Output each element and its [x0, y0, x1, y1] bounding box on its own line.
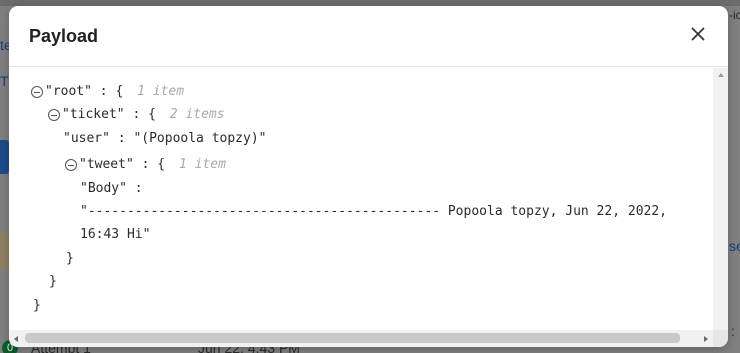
json-item-count: 2 items — [169, 107, 225, 122]
background-text-fragment: : — [731, 323, 735, 339]
json-node-tweet: "tweet" : { 1 item — [65, 156, 226, 174]
json-viewer[interactable]: "root" : { 1 item "ticket" : { 2 items "… — [9, 68, 728, 347]
background-link-fragment: T — [0, 73, 9, 89]
background-text-fragment: -ic — [729, 8, 740, 22]
json-brace-open: : { — [99, 84, 124, 99]
json-field-body-value-wrap: 16:43 Hi" — [80, 227, 151, 242]
background-highlight-marker — [0, 233, 9, 269]
collapse-ticket-toggle-icon[interactable] — [48, 109, 60, 121]
json-field-body-key: "Body" : — [80, 181, 143, 196]
json-key-ticket: "ticket" — [62, 107, 125, 122]
close-icon — [691, 27, 705, 41]
modal-title: Payload — [29, 26, 99, 46]
json-item-count: 1 item — [178, 157, 226, 172]
collapse-root-toggle-icon[interactable] — [31, 86, 43, 98]
json-node-root: "root" : { 1 item — [31, 83, 184, 101]
horizontal-scrollbar-thumb[interactable] — [25, 333, 680, 343]
json-brace-open: : { — [141, 157, 166, 172]
json-key-root: "root" — [45, 84, 92, 99]
json-brace-close-tweet: } — [66, 251, 74, 266]
scroll-right-arrow-icon[interactable] — [704, 336, 708, 342]
background-link-fragment: se — [729, 238, 740, 254]
json-field-user: "user" : "(Popoola topzy)" — [63, 131, 267, 146]
collapse-tweet-toggle-icon[interactable] — [65, 159, 77, 171]
scroll-up-arrow-icon[interactable] — [718, 73, 724, 77]
json-brace-close-ticket: } — [49, 274, 57, 289]
json-key-tweet: "tweet" — [79, 157, 134, 172]
json-node-ticket: "ticket" : { 2 items — [48, 106, 225, 124]
modal-header: Payload — [9, 6, 728, 67]
json-item-count: 1 item — [137, 84, 185, 99]
json-brace-open: : { — [132, 107, 156, 122]
close-button[interactable] — [689, 25, 707, 43]
vertical-scrollbar[interactable] — [713, 68, 728, 330]
scrollbar-corner — [713, 330, 728, 347]
json-tree: "root" : { 1 item "ticket" : { 2 items "… — [9, 68, 713, 329]
json-field-body-value: "---------------------------------------… — [80, 204, 667, 219]
background-active-tab-marker — [0, 140, 9, 174]
horizontal-scrollbar[interactable] — [9, 330, 713, 347]
payload-modal: Payload "root" : { 1 item "ticket" : { 2… — [9, 6, 728, 347]
scroll-left-arrow-icon[interactable] — [14, 336, 18, 342]
json-brace-close-root: } — [33, 298, 41, 313]
